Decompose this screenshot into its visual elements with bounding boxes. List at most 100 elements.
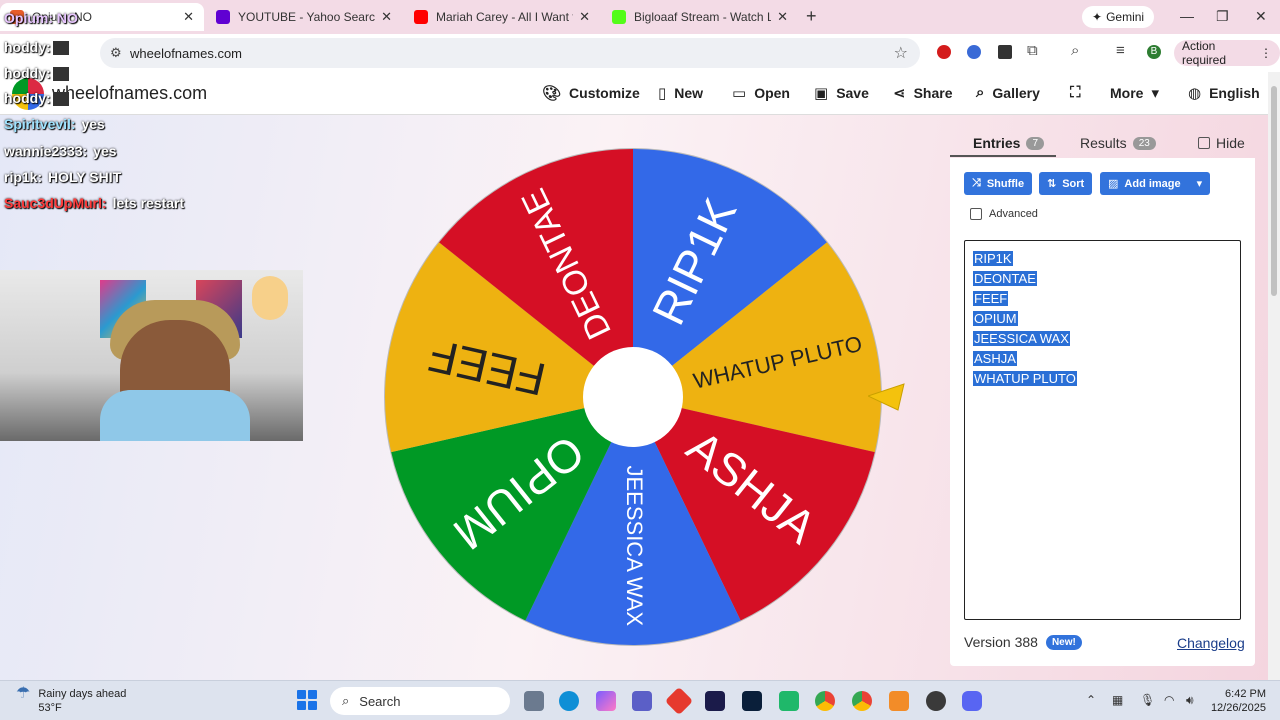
sparkle-icon: ✦ xyxy=(1092,10,1103,24)
tray-network-icon[interactable]: ▦ xyxy=(1112,693,1123,707)
tab-results[interactable]: Results 23 xyxy=(1080,135,1156,151)
new-badge: New! xyxy=(1045,634,1082,650)
entry-text: DEONTAE xyxy=(973,271,1037,286)
teams-icon[interactable] xyxy=(632,691,652,711)
close-tab-icon[interactable]: ✕ xyxy=(183,9,194,25)
entries-textarea[interactable]: RIP1K DEONTAE FEEF OPIUM JEESSICA WAX AS… xyxy=(964,240,1241,620)
tab-entries[interactable]: Entries 7 xyxy=(973,135,1045,151)
start-button[interactable] xyxy=(297,690,317,710)
hide-checkbox[interactable] xyxy=(1198,137,1210,149)
version-label: Version 388 xyxy=(964,634,1038,650)
tab-search-icon[interactable]: ⌕ xyxy=(1071,42,1079,59)
scrollbar-thumb[interactable] xyxy=(1271,86,1277,296)
tab-yahoo[interactable]: YOUTUBE - Yahoo Search Resul ✕ xyxy=(206,3,402,31)
minimize-icon[interactable]: — xyxy=(1180,8,1194,24)
tab-label: Entries xyxy=(973,135,1021,151)
hide-label: Hide xyxy=(1216,135,1245,151)
app-diamond-icon[interactable] xyxy=(664,686,694,716)
omnibox[interactable]: ⚙ wheelofnames.com ☆ xyxy=(100,38,920,68)
chat-message: yes xyxy=(81,116,105,132)
page-scrollbar[interactable] xyxy=(1268,72,1280,680)
close-tab-icon[interactable]: ✕ xyxy=(381,9,392,25)
advanced-checkbox[interactable] xyxy=(970,208,982,220)
weather-widget[interactable]: ☂ Rainy days ahead 53°F xyxy=(16,686,126,715)
share-icon: ⋖ xyxy=(893,85,906,102)
new-button[interactable]: ▯ New xyxy=(658,84,703,102)
add-image-button[interactable]: ▨ Add image ▾ xyxy=(1100,172,1211,195)
action-required-button[interactable]: Action required ⋮ xyxy=(1174,39,1280,67)
premiere-icon[interactable] xyxy=(705,691,725,711)
close-window-icon[interactable]: ✕ xyxy=(1255,8,1267,25)
copilot-icon[interactable] xyxy=(596,691,616,711)
share-button[interactable]: ⋖ Share xyxy=(893,84,953,102)
advanced-label: Advanced xyxy=(989,208,1038,220)
sort-button[interactable]: ⇅ Sort xyxy=(1039,172,1093,195)
emote-icon xyxy=(52,92,69,107)
entry-line: FEEF xyxy=(973,289,1232,309)
shuffle-button[interactable]: ⤨ Shuffle xyxy=(964,172,1033,195)
chrome-active-icon[interactable] xyxy=(852,691,872,711)
volume-icon[interactable]: 🔊︎ xyxy=(1186,693,1194,708)
changelog-link[interactable]: Changelog xyxy=(1177,635,1245,651)
discord-icon[interactable] xyxy=(962,691,982,711)
open-button[interactable]: ▭ Open xyxy=(732,84,790,102)
chat-message: yes xyxy=(93,143,117,159)
photoshop-icon[interactable] xyxy=(742,691,762,711)
weather-temp: 53°F xyxy=(38,702,62,714)
tab-youtube[interactable]: Mariah Carey - All I Want for Ch ✕ xyxy=(404,3,600,31)
extensions-puzzle-icon[interactable]: ⧉ xyxy=(1027,42,1038,59)
maximize-icon[interactable]: ❐ xyxy=(1216,8,1229,25)
hide-toggle[interactable]: Hide xyxy=(1198,135,1245,151)
microphone-icon[interactable]: 🎙︎ xyxy=(1140,693,1155,707)
fullscreen-button[interactable]: ⛶ xyxy=(1070,84,1081,101)
shuffle-icon: ⤨ xyxy=(972,177,981,189)
app-orange-icon[interactable] xyxy=(889,691,909,711)
customize-button[interactable]: 🎨︎ Customize xyxy=(542,84,640,102)
sort-label: Sort xyxy=(1062,177,1085,190)
chat-user: hoddy: xyxy=(4,39,51,55)
edge-icon[interactable] xyxy=(559,691,579,711)
advanced-toggle[interactable]: Advanced xyxy=(970,208,1038,220)
task-view-icon[interactable] xyxy=(524,691,544,711)
address-bar: ⚙ wheelofnames.com ☆ xyxy=(0,34,1280,72)
obs-icon[interactable] xyxy=(926,691,946,711)
chat-line: hoddy: xyxy=(4,39,69,56)
more-button[interactable]: More ▾ xyxy=(1110,84,1159,102)
wheel-center-hub[interactable] xyxy=(583,347,683,447)
entry-line: JEESSICA WAX xyxy=(973,329,1232,349)
taskbar-search[interactable]: ⌕ Search xyxy=(330,687,510,715)
chat-user: rip1k: xyxy=(4,169,43,185)
save-button[interactable]: ▣ Save xyxy=(814,84,869,102)
entries-count-badge: 7 xyxy=(1026,136,1045,150)
tab-kick[interactable]: Bigloaaf Stream - Watch Live o ✕ xyxy=(602,3,798,31)
close-tab-icon[interactable]: ✕ xyxy=(579,9,590,25)
new-tab-button[interactable]: + xyxy=(806,6,817,27)
site-info-icon[interactable]: ⚙ xyxy=(110,45,122,61)
extension-shield-icon[interactable] xyxy=(967,45,981,59)
entry-line: WHATUP PLUTO xyxy=(973,369,1232,389)
media-control-icon[interactable]: ≡ xyxy=(1116,42,1125,59)
chrome-icon[interactable] xyxy=(815,691,835,711)
app-green-icon[interactable] xyxy=(779,691,799,711)
wifi-icon[interactable]: ◠ xyxy=(1164,693,1174,707)
tray-chevron-icon[interactable]: ⌃ xyxy=(1086,693,1096,707)
site-name[interactable]: wheelofnames.com xyxy=(52,83,207,104)
profile-avatar[interactable]: B xyxy=(1147,45,1161,59)
wheel-svg[interactable]: RIP1KWHATUP PLUTOASHJAJEESSICA WAXOPIUMF… xyxy=(383,147,883,647)
youtube-favicon-icon xyxy=(414,10,428,24)
close-tab-icon[interactable]: ✕ xyxy=(777,9,788,25)
chat-user: Sauc3dUpMurl: xyxy=(4,195,107,211)
entry-text: RIP1K xyxy=(973,251,1013,266)
wheel[interactable]: RIP1K WHATUP PLUTO ASHJA JEESSICA WAX OPIUM F… xyxy=(383,147,883,647)
bookmark-star-icon[interactable]: ☆ xyxy=(894,43,908,63)
extension-box-icon[interactable] xyxy=(998,45,1012,59)
clock[interactable]: 6:42 PM 12/26/2025 xyxy=(1206,687,1266,715)
version-info: Version 388 New! xyxy=(964,634,1082,650)
kebab-menu-icon[interactable]: ⋮ xyxy=(1260,46,1272,60)
extension-opera-icon[interactable] xyxy=(937,45,951,59)
emote-icon xyxy=(52,41,69,56)
gallery-button[interactable]: ⌕ Gallery xyxy=(976,84,1040,101)
language-button[interactable]: ◍ English xyxy=(1188,84,1260,102)
gemini-button[interactable]: ✦ Gemini xyxy=(1082,6,1155,28)
tab-label: Results xyxy=(1080,135,1127,151)
